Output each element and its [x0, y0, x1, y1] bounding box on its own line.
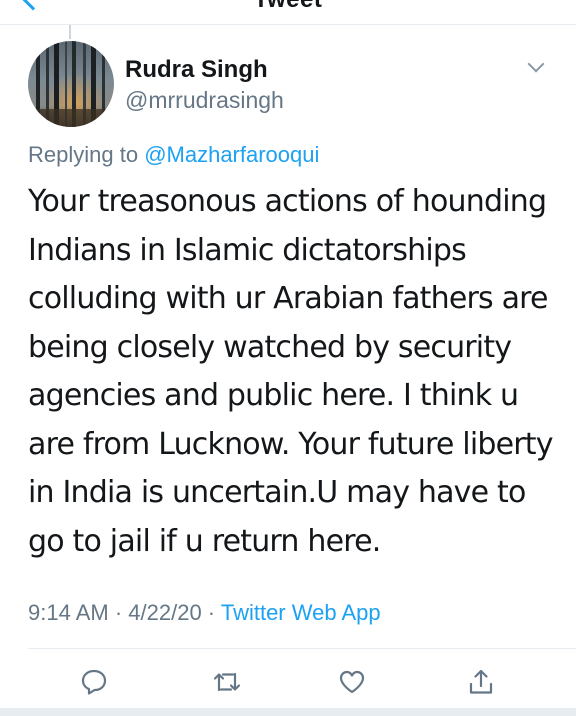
- like-button[interactable]: [337, 664, 367, 700]
- tweet-text-line: colluding with ur Arabian fathers are: [28, 281, 549, 316]
- retweet-button[interactable]: [212, 664, 242, 700]
- tweet-date: 4/22/20: [128, 600, 202, 625]
- tweet-text-line: Your treasonous actions of hounding: [28, 184, 547, 219]
- tweet-source-link[interactable]: Twitter Web App: [221, 600, 381, 625]
- tweet-text: Your treasonous actions of hounding Indi…: [28, 178, 558, 566]
- tweet-detail-page: Tweet: [0, 0, 576, 716]
- tweet-metadata: 9:14 AM · 4/22/20 · Twitter Web App: [28, 600, 381, 626]
- retweet-icon: [213, 672, 241, 692]
- avatar-forest-image: [28, 41, 114, 127]
- divider: [28, 648, 576, 649]
- tweet-text-line: agencies and public here. I think u: [28, 378, 519, 413]
- reply-icon: [81, 669, 107, 695]
- heart-icon: [339, 670, 365, 694]
- thread-connector-line: [69, 25, 71, 39]
- nav-title: Tweet: [0, 0, 576, 14]
- author-handle[interactable]: @mrrudrasingh: [125, 87, 284, 114]
- tweet-text-line: are from Lucknow. Your future liberty: [28, 426, 554, 462]
- tweet-action-bar: [0, 664, 576, 700]
- replying-to-mention-link[interactable]: @Mazharfarooqui: [144, 142, 319, 167]
- share-icon: [469, 669, 493, 694]
- tweet-text-line: being closely watched by security: [28, 329, 512, 365]
- chevron-down-icon[interactable]: [527, 55, 545, 73]
- tweet-time: 9:14 AM: [28, 600, 109, 625]
- avatar[interactable]: [28, 41, 114, 127]
- reply-button[interactable]: [79, 664, 109, 700]
- meta-separator: ·: [108, 600, 129, 625]
- replying-to-line: Replying to @Mazharfarooqui: [28, 142, 319, 168]
- replying-to-label: Replying to: [28, 142, 145, 167]
- tweet-text-line: go to jail if u return here.: [28, 523, 381, 559]
- author-name[interactable]: Rudra Singh: [125, 56, 268, 84]
- tweet-text-line: Indians in Islamic dictatorships: [28, 232, 467, 268]
- top-nav-bar: Tweet: [0, 0, 576, 25]
- tweet-text-line: in India is uncertain.U may have to: [28, 475, 526, 510]
- bottom-separator-bar: [0, 708, 576, 716]
- share-button[interactable]: [466, 664, 496, 700]
- meta-separator: ·: [201, 600, 221, 625]
